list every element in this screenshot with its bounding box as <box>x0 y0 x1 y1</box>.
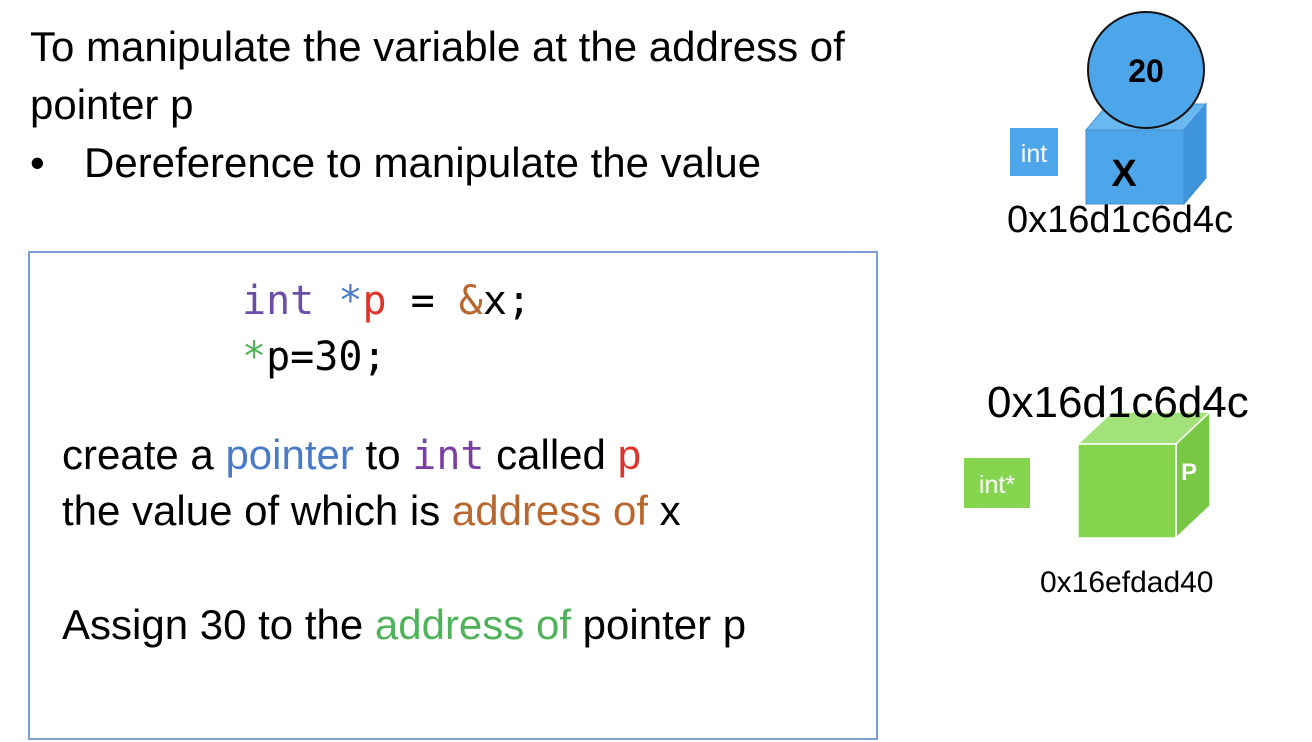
value-20-label: 20 <box>1128 53 1164 89</box>
memory-diagram: 20 X int P int* <box>964 11 1212 540</box>
pointer-p-stored-value: 0x16d1c6d4c <box>987 378 1249 427</box>
variable-x-name: X <box>1111 153 1137 195</box>
int-pointer-type-label: int* <box>979 471 1015 499</box>
pointer-p-name: P <box>1181 459 1197 486</box>
variable-x-address: 0x16d1c6d4c <box>1007 199 1234 241</box>
int-type-label: int <box>1021 140 1047 168</box>
pointer-p-address: 0x16efdad40 <box>1040 566 1214 599</box>
